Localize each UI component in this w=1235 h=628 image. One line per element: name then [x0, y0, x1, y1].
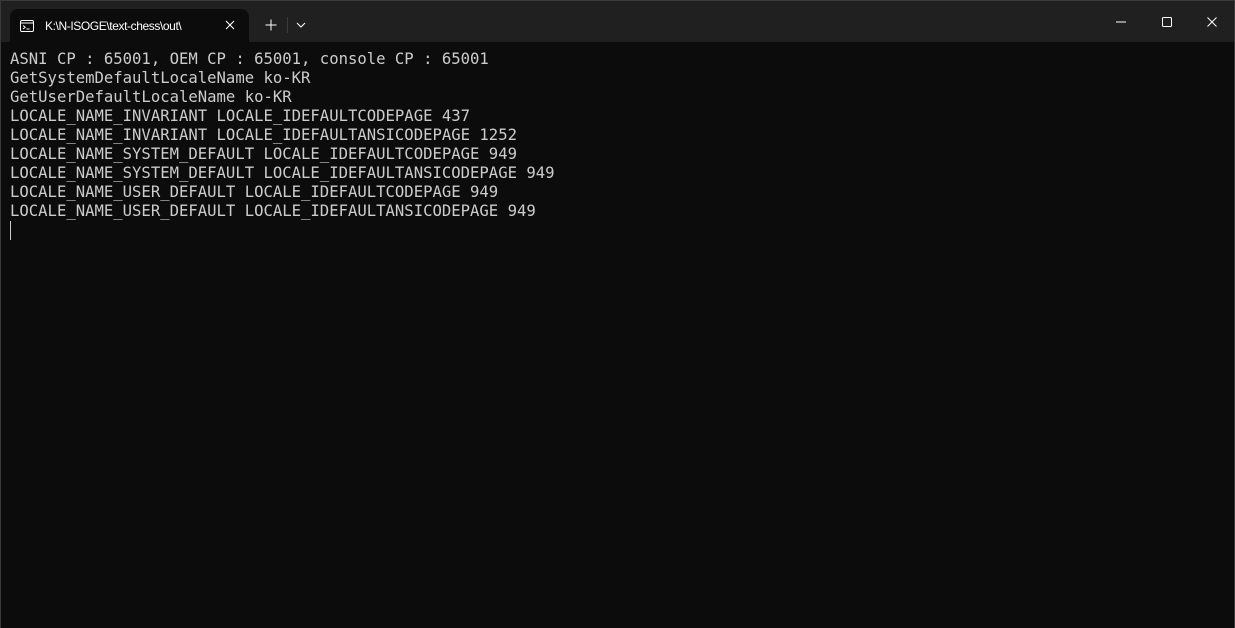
tab-divider: [287, 17, 288, 33]
title-bar[interactable]: K:\N-ISOGE\text-chess\out\: [1, 1, 1234, 42]
tab-active[interactable]: K:\N-ISOGE\text-chess\out\: [10, 9, 249, 42]
console-line: GetSystemDefaultLocaleName ko-KR: [10, 69, 311, 87]
console-line: ASNI CP : 65001, OEM CP : 65001, console…: [10, 50, 489, 68]
close-icon[interactable]: [1189, 1, 1235, 42]
console-line: LOCALE_NAME_USER_DEFAULT LOCALE_IDEFAULT…: [10, 202, 536, 220]
console-line: GetUserDefaultLocaleName ko-KR: [10, 88, 292, 106]
maximize-icon[interactable]: [1144, 1, 1190, 42]
console-line: LOCALE_NAME_SYSTEM_DEFAULT LOCALE_IDEFAU…: [10, 145, 517, 163]
plus-icon[interactable]: [258, 13, 284, 37]
console-line: LOCALE_NAME_INVARIANT LOCALE_IDEFAULTANS…: [10, 126, 517, 144]
text-cursor: [10, 221, 11, 240]
console-line: LOCALE_NAME_USER_DEFAULT LOCALE_IDEFAULT…: [10, 183, 499, 201]
console-line: LOCALE_NAME_SYSTEM_DEFAULT LOCALE_IDEFAU…: [10, 164, 555, 182]
console-line: LOCALE_NAME_INVARIANT LOCALE_IDEFAULTCOD…: [10, 107, 471, 125]
console-icon: [20, 19, 34, 32]
minimize-icon[interactable]: [1098, 1, 1144, 42]
tab-title: K:\N-ISOGE\text-chess\out\: [45, 19, 182, 33]
tab-close-icon[interactable]: [222, 17, 238, 33]
console-output[interactable]: ASNI CP : 65001, OEM CP : 65001, console…: [1, 42, 1234, 628]
console-lines: ASNI CP : 65001, OEM CP : 65001, console…: [10, 50, 555, 221]
terminal-window: K:\N-ISOGE\text-chess\out\ ASNI CP: 650…: [0, 0, 1235, 628]
chevron-down-icon[interactable]: [290, 13, 312, 37]
